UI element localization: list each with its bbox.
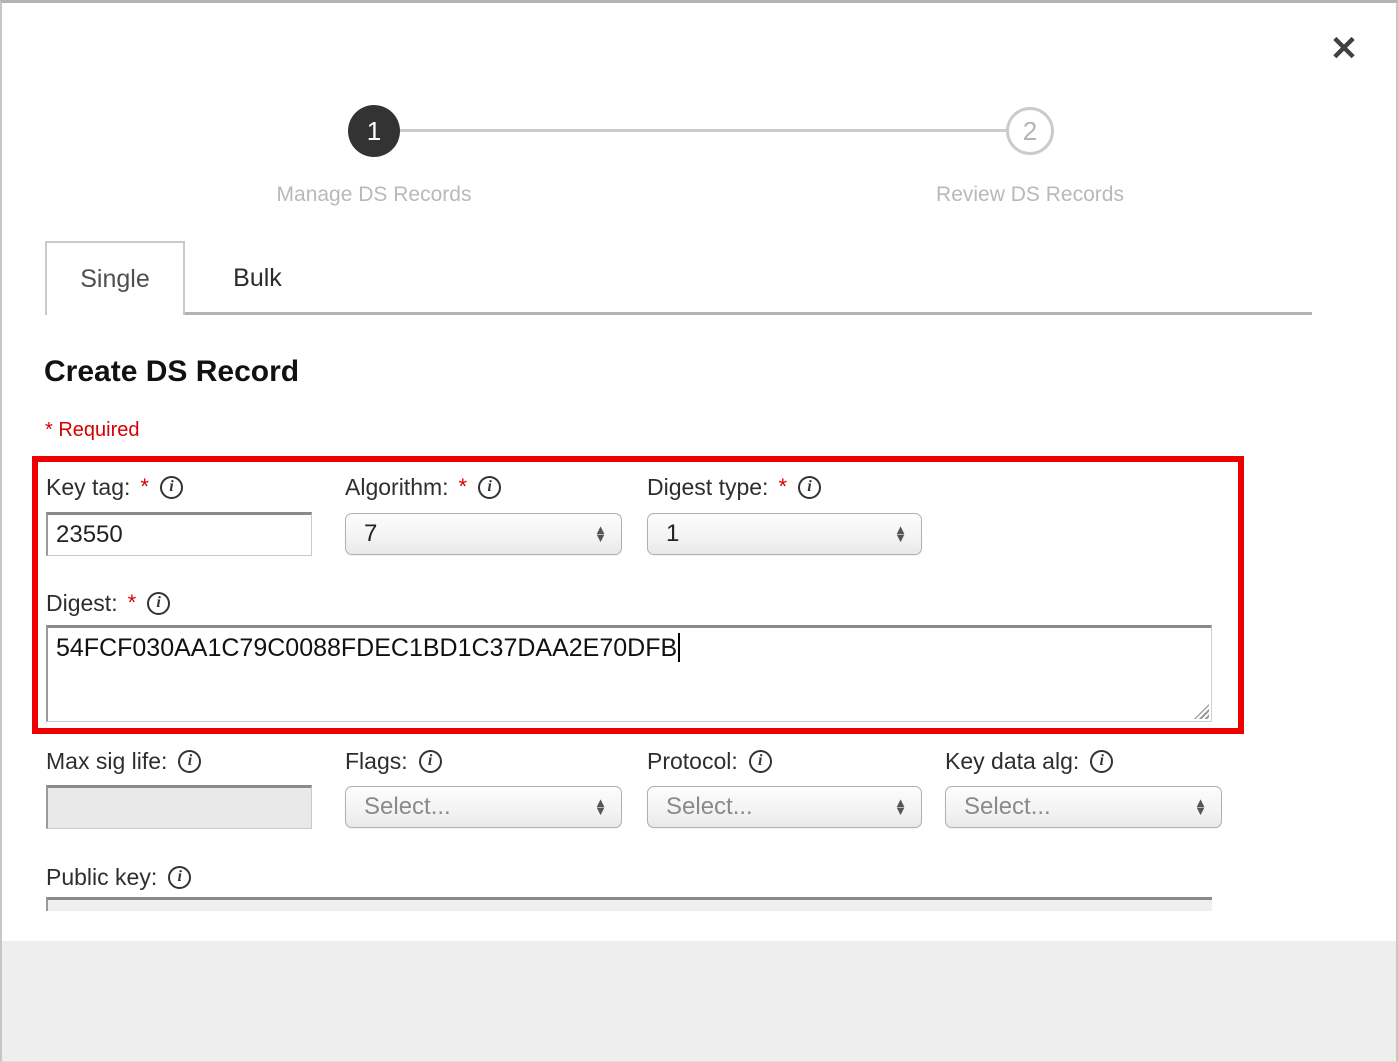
info-icon[interactable]: i (168, 866, 191, 889)
protocol-select-value: Select... (648, 793, 894, 821)
select-arrows-icon: ▲▼ (1194, 799, 1207, 815)
digest-type-label-text: Digest type: (647, 474, 768, 501)
info-icon[interactable]: i (1090, 750, 1113, 773)
public-key-label-text: Public key: (46, 864, 157, 891)
key-tag-label-text: Key tag: (46, 474, 130, 501)
info-icon[interactable]: i (147, 592, 170, 615)
digest-value: 54FCF030AA1C79C0088FDEC1BD1C37DAA2E70DFB (56, 634, 677, 662)
protocol-label-text: Protocol: (647, 748, 738, 775)
flags-select-value: Select... (346, 793, 594, 821)
step-2-circle: 2 (1006, 107, 1054, 155)
text-cursor (678, 633, 680, 662)
digest-type-label: Digest type: * i (647, 473, 821, 501)
required-note: * Required (45, 419, 140, 442)
select-arrows-icon: ▲▼ (894, 799, 907, 815)
max-sig-life-label: Max sig life: i (46, 747, 201, 775)
protocol-label: Protocol: i (647, 747, 772, 775)
key-data-alg-select-value: Select... (946, 793, 1194, 821)
info-icon[interactable]: i (478, 476, 501, 499)
close-icon[interactable]: ✕ (1322, 27, 1366, 71)
algorithm-select[interactable]: 7 ▲▼ (345, 513, 622, 555)
digest-type-select-value: 1 (648, 520, 894, 548)
step-1-circle: 1 (348, 105, 400, 157)
protocol-select[interactable]: Select... ▲▼ (647, 786, 922, 828)
public-key-label: Public key: i (46, 863, 191, 891)
page-title: Create DS Record (44, 355, 299, 389)
info-icon[interactable]: i (798, 476, 821, 499)
digest-label: Digest: * i (46, 589, 170, 617)
tab-bulk[interactable]: Bulk (185, 241, 330, 315)
select-arrows-icon: ▲▼ (594, 526, 607, 542)
required-asterisk: * (140, 474, 149, 500)
algorithm-select-value: 7 (346, 520, 594, 548)
select-arrows-icon: ▲▼ (894, 526, 907, 542)
digest-label-text: Digest: (46, 590, 118, 617)
max-sig-life-label-text: Max sig life: (46, 748, 167, 775)
digest-textarea[interactable]: 54FCF030AA1C79C0088FDEC1BD1C37DAA2E70DFB (46, 625, 1212, 722)
step-1-label: Manage DS Records (214, 183, 534, 207)
max-sig-life-input[interactable] (46, 785, 312, 829)
resize-handle[interactable] (1194, 704, 1209, 719)
flags-label: Flags: i (345, 747, 442, 775)
public-key-textarea[interactable] (46, 897, 1212, 911)
stepper-connector (398, 129, 1008, 132)
digest-type-select[interactable]: 1 ▲▼ (647, 513, 922, 555)
step-2-label: Review DS Records (870, 183, 1190, 207)
required-asterisk: * (778, 474, 787, 500)
select-arrows-icon: ▲▼ (594, 799, 607, 815)
info-icon[interactable]: i (160, 476, 183, 499)
algorithm-label-text: Algorithm: (345, 474, 449, 501)
info-icon[interactable]: i (419, 750, 442, 773)
algorithm-label: Algorithm: * i (345, 473, 501, 501)
key-tag-label: Key tag: * i (46, 473, 183, 501)
tab-single[interactable]: Single (45, 241, 185, 315)
required-asterisk: * (128, 590, 137, 616)
info-icon[interactable]: i (178, 750, 201, 773)
modal-footer: Cancel Back Next (2, 941, 1396, 1062)
key-data-alg-label-text: Key data alg: (945, 748, 1079, 775)
required-asterisk: * (459, 474, 468, 500)
key-data-alg-label: Key data alg: i (945, 747, 1113, 775)
flags-label-text: Flags: (345, 748, 408, 775)
flags-select[interactable]: Select... ▲▼ (345, 786, 622, 828)
key-tag-input[interactable] (46, 512, 312, 556)
info-icon[interactable]: i (749, 750, 772, 773)
key-data-alg-select[interactable]: Select... ▲▼ (945, 786, 1222, 828)
create-ds-record-modal: ✕ 1 2 Manage DS Records Review DS Record… (0, 0, 1398, 1062)
